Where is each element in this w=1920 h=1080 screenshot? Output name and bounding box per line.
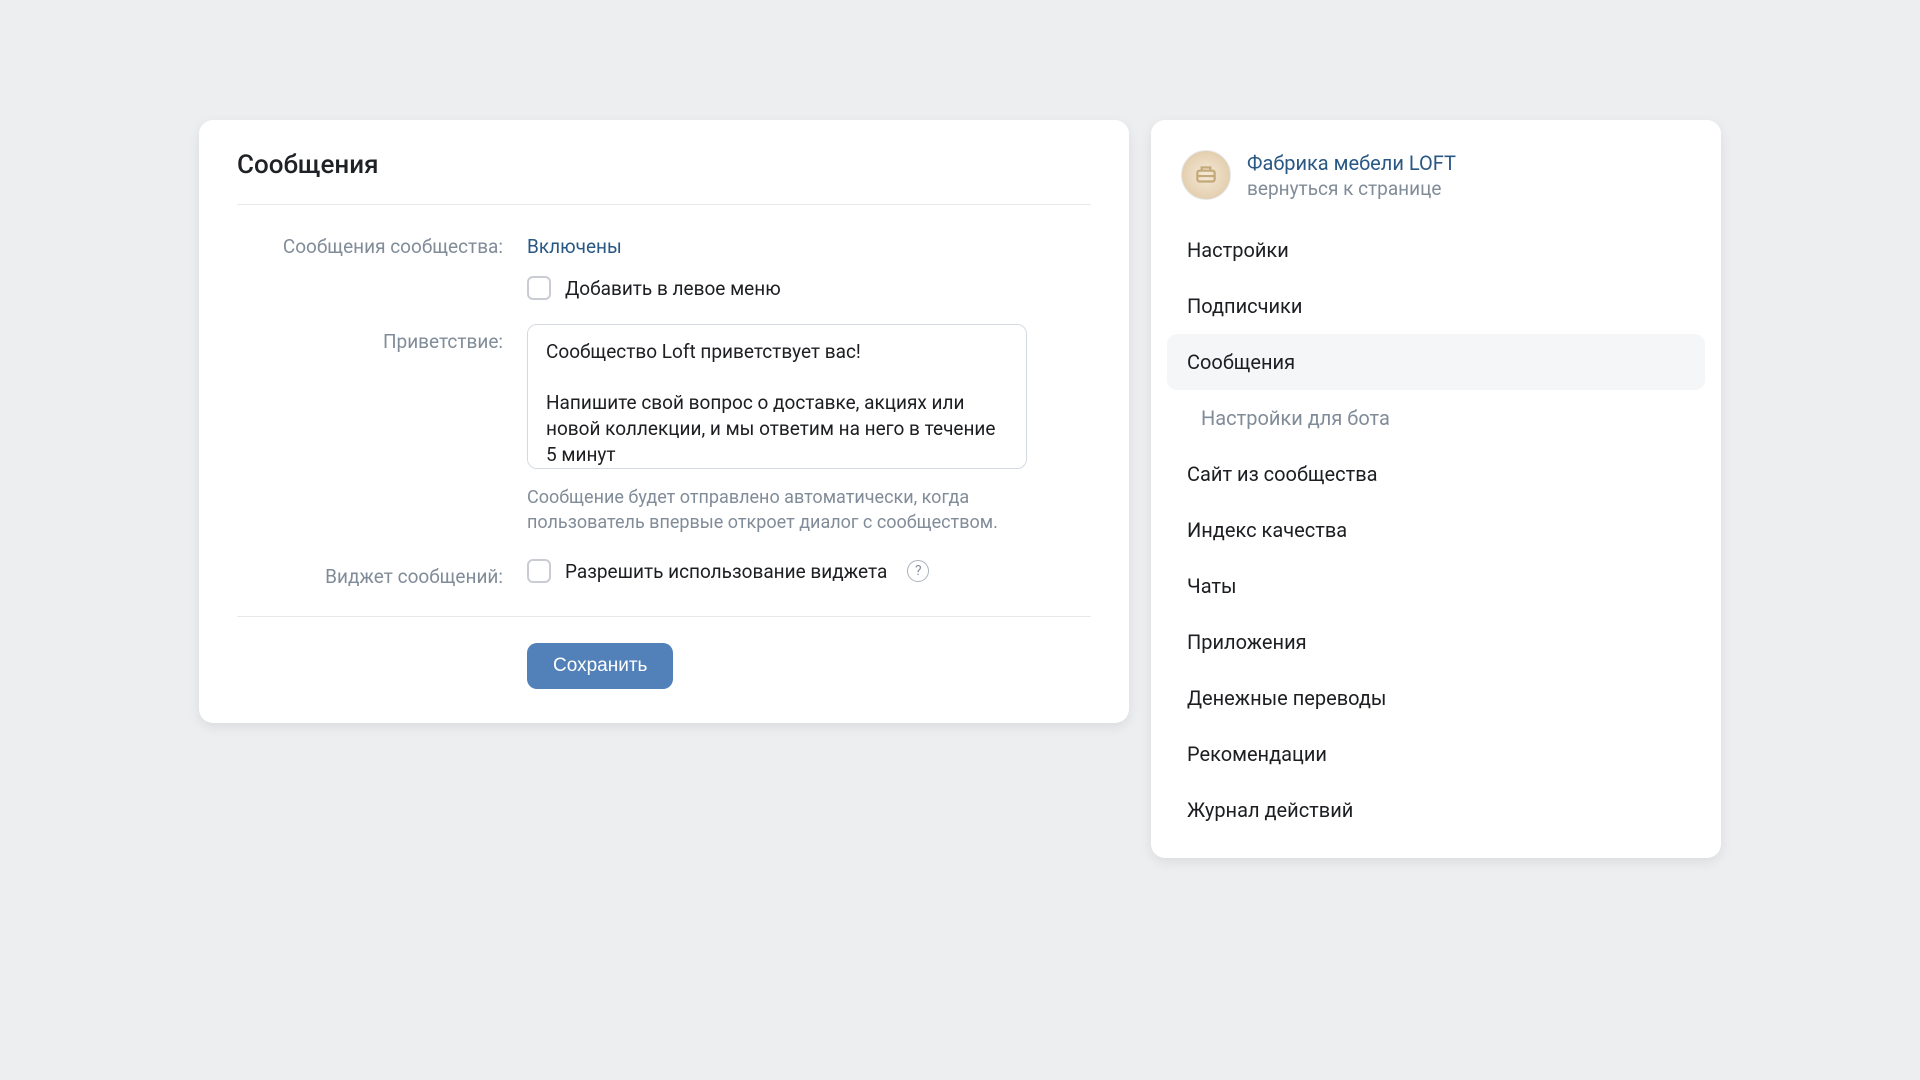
sidebar-item-2[interactable]: Сообщения <box>1167 334 1705 390</box>
label-widget: Виджет сообщений: <box>237 559 527 588</box>
community-name-link[interactable]: Фабрика мебели LOFT <box>1247 151 1456 175</box>
allow-widget-label: Разрешить использование виджета <box>565 560 887 583</box>
community-avatar[interactable] <box>1181 150 1231 200</box>
greeting-textarea[interactable] <box>527 324 1027 469</box>
furniture-icon <box>1193 162 1219 188</box>
sidebar-item-8[interactable]: Денежные переводы <box>1167 670 1705 726</box>
sidebar-item-9[interactable]: Рекомендации <box>1167 726 1705 782</box>
sidebar-item-0[interactable]: Настройки <box>1167 222 1705 278</box>
row-community-messages: Сообщения сообщества: Включены <box>237 205 1091 258</box>
allow-widget-checkbox[interactable] <box>527 559 551 583</box>
community-messages-status[interactable]: Включены <box>527 229 622 258</box>
sidebar-item-7[interactable]: Приложения <box>1167 614 1705 670</box>
label-community-messages: Сообщения сообщества: <box>237 229 527 258</box>
greeting-hint: Сообщение будет отправлено автоматически… <box>527 485 1027 535</box>
sidebar-item-3[interactable]: Настройки для бота <box>1167 390 1705 446</box>
sidebar-header: Фабрика мебели LOFT вернуться к странице <box>1161 144 1711 222</box>
main-settings-panel: Сообщения Сообщения сообщества: Включены… <box>199 120 1129 723</box>
help-icon[interactable]: ? <box>907 560 929 582</box>
page-title: Сообщения <box>237 150 1091 204</box>
sidebar-item-10[interactable]: Журнал действий <box>1167 782 1705 838</box>
sidebar-item-5[interactable]: Индекс качества <box>1167 502 1705 558</box>
add-left-menu-checkbox[interactable] <box>527 276 551 300</box>
add-left-menu-label: Добавить в левое меню <box>565 277 781 300</box>
sidebar-item-1[interactable]: Подписчики <box>1167 278 1705 334</box>
save-button[interactable]: Сохранить <box>527 643 673 689</box>
sidebar-nav: НастройкиПодписчикиСообщенияНастройки дл… <box>1161 222 1711 838</box>
sidebar-item-4[interactable]: Сайт из сообщества <box>1167 446 1705 502</box>
row-greeting: Приветствие: Сообщение будет отправлено … <box>237 300 1091 535</box>
row-widget: Виджет сообщений: Разрешить использовани… <box>237 535 1091 588</box>
sidebar-item-6[interactable]: Чаты <box>1167 558 1705 614</box>
sidebar-panel: Фабрика мебели LOFT вернуться к странице… <box>1151 120 1721 858</box>
row-add-left-menu: Добавить в левое меню <box>237 258 1091 300</box>
label-greeting: Приветствие: <box>237 324 527 535</box>
back-to-page-link[interactable]: вернуться к странице <box>1247 177 1456 200</box>
